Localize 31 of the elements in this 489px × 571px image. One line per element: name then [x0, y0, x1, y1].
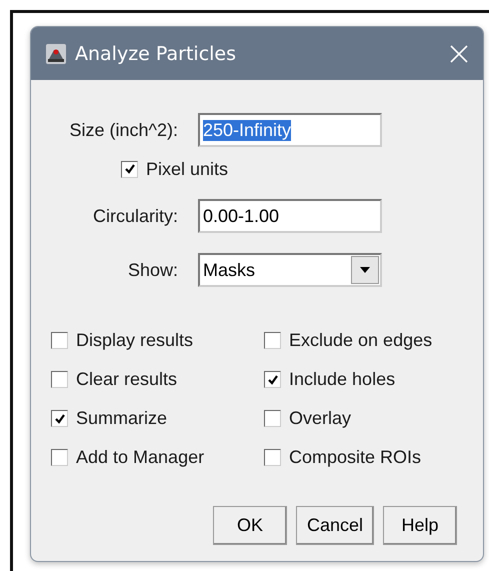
- checkbox[interactable]: [264, 410, 281, 427]
- checkbox[interactable]: [264, 371, 281, 388]
- checkbox-option[interactable]: Overlay: [264, 408, 352, 429]
- checkbox-option[interactable]: Display results: [51, 330, 194, 351]
- checkbox-option[interactable]: Summarize: [51, 408, 168, 429]
- input-field[interactable]: 250-Infinity: [198, 113, 382, 147]
- window-title: Analyze Particles: [75, 42, 238, 64]
- checkbox[interactable]: [264, 332, 281, 349]
- dropdown[interactable]: Masks: [198, 253, 382, 287]
- checkbox[interactable]: [51, 449, 68, 466]
- checkbox[interactable]: [264, 449, 281, 466]
- caret-icon[interactable]: [360, 267, 370, 273]
- dialog-button[interactable]: OK: [212, 506, 287, 545]
- input-field[interactable]: 0.00-1.00: [198, 199, 382, 233]
- checkbox-option[interactable]: Clear results: [51, 369, 178, 390]
- checkbox-option[interactable]: Include holes: [264, 369, 396, 390]
- microscope-icon: [45, 42, 67, 64]
- checkbox[interactable]: [121, 160, 138, 178]
- checkbox[interactable]: [51, 371, 68, 388]
- dialog-button[interactable]: Cancel: [296, 506, 374, 545]
- checkbox-option[interactable]: Exclude on edges: [264, 330, 432, 351]
- checkbox-option[interactable]: Pixel units: [121, 158, 228, 180]
- checkbox-option[interactable]: Add to Manager: [51, 447, 204, 468]
- field-label: Size (inch^2):: [68, 120, 178, 140]
- close-icon[interactable]: [449, 44, 469, 64]
- checkbox[interactable]: [51, 332, 68, 349]
- checkbox-option[interactable]: Composite ROIs: [264, 447, 422, 468]
- field-label: Show:: [126, 260, 178, 280]
- field-label: Circularity:: [92, 206, 178, 226]
- checkbox[interactable]: [51, 410, 68, 427]
- dialog-button[interactable]: Help: [383, 506, 457, 545]
